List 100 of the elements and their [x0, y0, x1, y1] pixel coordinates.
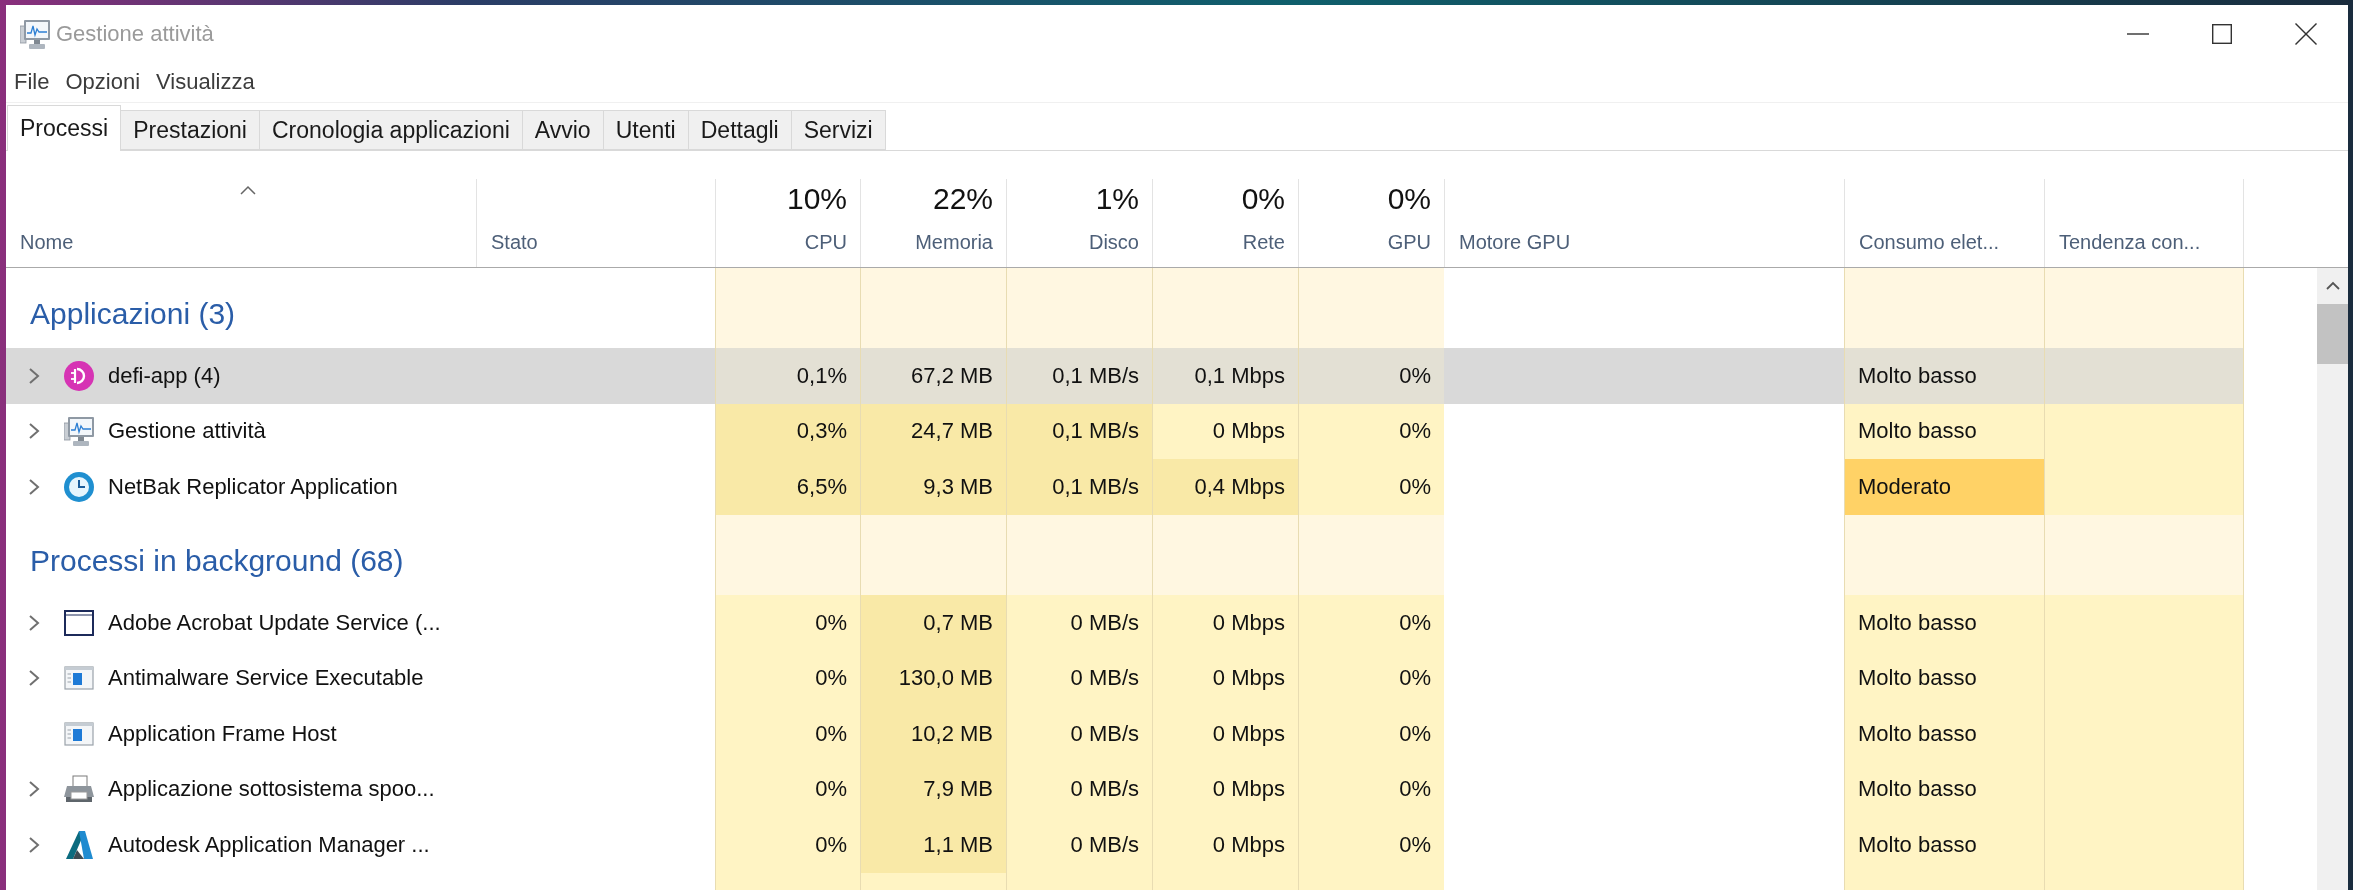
process-row[interactable]: defi-app (4) 0,1% 67,2 MB 0,1 MB/s 0,1 Mbps 0% Molto basso	[6, 348, 2244, 404]
table-cell: 0%	[1298, 348, 1444, 404]
table-cell: 0 Mbps	[1152, 650, 1298, 706]
table-cell: 0%	[1298, 761, 1444, 818]
column-total: 0%	[1387, 181, 1431, 217]
table-cell: 0%	[1298, 650, 1444, 706]
table-cell: 1,1 MB	[860, 817, 1006, 873]
process-name: Application Frame Host	[108, 720, 337, 747]
window-icon	[64, 607, 94, 638]
table-cell: Molto basso	[1844, 403, 2044, 460]
tab[interactable]: Processi	[7, 105, 122, 151]
process-name: Gestione attività	[108, 418, 266, 445]
process-name: Applicazione sottosistema spoo...	[108, 776, 435, 803]
table-cell: 0%	[715, 761, 860, 818]
expand-chevron-icon[interactable]	[28, 478, 40, 496]
window-title: Gestione attività	[56, 20, 214, 47]
table-cell: 130,0 MB	[860, 650, 1006, 706]
table-cell: 0 Mbps	[1152, 403, 1298, 460]
table-cell: Molto basso	[1844, 348, 2044, 404]
close-icon	[2295, 22, 2317, 45]
table-cell: 9,3 MB	[860, 459, 1006, 515]
expand-chevron-icon[interactable]	[28, 422, 40, 441]
column-header[interactable]: Tendenza con...	[2059, 227, 2201, 257]
table-cell: Molto basso	[1844, 650, 2044, 706]
table-cell: 0,4 Mbps	[1152, 459, 1298, 515]
table-cell: 0,1 Mbps	[1152, 348, 1298, 404]
table-cell: 0 MB/s	[1006, 761, 1152, 818]
process-name: Adobe Acrobat Update Service (...	[108, 609, 441, 636]
column-total: 22%	[932, 181, 993, 217]
table-cell: Molto basso	[1844, 817, 2044, 873]
monitor-chart-icon	[20, 18, 50, 49]
table-cell: 24,7 MB	[860, 403, 1006, 460]
group-title: Processi in background (68)	[30, 543, 404, 578]
table-cell: 6,5%	[715, 459, 860, 515]
scrollbar-track[interactable]	[2317, 268, 2348, 890]
expand-chevron-icon[interactable]	[28, 366, 40, 385]
table-cell: Moderato	[1844, 459, 2044, 515]
table-cell: 0%	[1298, 403, 1444, 460]
table-cell: 0 Mbps	[1152, 594, 1298, 651]
group-title: Applicazioni (3)	[30, 297, 236, 331]
process-name: Autodesk Application Manager ...	[108, 831, 430, 858]
maximize-icon	[2212, 23, 2232, 44]
table-cell: 0,1%	[715, 348, 860, 404]
table-cell: 0%	[1298, 817, 1444, 873]
table-cell: 0,1 MB/s	[1006, 348, 1152, 404]
table-cell: 0,1 MB/s	[1006, 403, 1152, 460]
column-total: 1%	[1095, 181, 1139, 217]
table-cell: 0 Mbps	[1152, 761, 1298, 818]
expand-chevron-icon[interactable]	[28, 669, 40, 688]
expand-chevron-icon[interactable]	[28, 780, 40, 799]
table-cell: 0%	[1298, 594, 1444, 651]
table-cell: 7,9 MB	[860, 761, 1006, 818]
column-header[interactable]: Consumo elet...	[1859, 227, 2000, 257]
column-header[interactable]: Rete	[1242, 227, 1285, 257]
menu-item[interactable]: Opzioni	[57, 65, 149, 99]
clock-icon	[64, 472, 94, 502]
tab[interactable]: Dettagli	[688, 110, 792, 150]
expand-chevron-icon[interactable]	[28, 613, 40, 632]
table-cell: 0 MB/s	[1006, 817, 1152, 873]
column-header[interactable]: GPU	[1387, 227, 1431, 257]
table-cell: 0 Mbps	[1152, 817, 1298, 873]
tab[interactable]: Utenti	[603, 110, 689, 150]
minimize-icon	[2127, 32, 2149, 35]
monitor-chart-icon	[64, 416, 94, 447]
column-header[interactable]: Nome	[20, 227, 74, 257]
column-total: 10%	[786, 181, 847, 217]
chevron-up-icon	[2325, 281, 2340, 290]
column-header[interactable]: Motore GPU	[1459, 227, 1571, 257]
table-cell: Molto basso	[1844, 761, 2044, 818]
process-name: defi-app (4)	[108, 362, 221, 389]
process-name: Antimalware Service Executable	[108, 665, 424, 692]
process-name: NetBak Replicator Application	[108, 474, 398, 500]
table-cell: 0%	[1298, 705, 1444, 762]
scrollbar-thumb[interactable]	[2317, 304, 2348, 364]
column-header[interactable]: CPU	[804, 227, 847, 257]
printer-icon	[64, 774, 94, 805]
table-cell: 0 Mbps	[1152, 705, 1298, 762]
table-cell: 67,2 MB	[860, 348, 1006, 404]
menu-item[interactable]: File	[6, 65, 58, 99]
tab[interactable]: Prestazioni	[121, 110, 260, 150]
column-header[interactable]: Memoria	[915, 227, 993, 257]
table-cell: 0 MB/s	[1006, 705, 1152, 762]
menu-item[interactable]: Visualizza	[148, 65, 263, 99]
table-cell: 0,3%	[715, 403, 860, 460]
tab[interactable]: Cronologia applicazioni	[260, 110, 523, 150]
table-cell: 0 MB/s	[1006, 594, 1152, 651]
column-header[interactable]: Stato	[491, 227, 538, 257]
table-cell: Molto basso	[1844, 705, 2044, 762]
table-cell: 10,2 MB	[860, 705, 1006, 762]
table-cell: 0,7 MB	[860, 594, 1006, 651]
table-cell: 0%	[715, 705, 860, 762]
table-cell: 0%	[715, 817, 860, 873]
column-total: 0%	[1241, 181, 1285, 217]
table-cell: 0%	[1298, 459, 1444, 515]
tab[interactable]: Avvio	[522, 110, 604, 150]
table-cell: Molto basso	[1844, 594, 2044, 651]
table-cell: 0%	[715, 650, 860, 706]
expand-chevron-icon[interactable]	[28, 835, 40, 854]
column-header[interactable]: Disco	[1089, 227, 1139, 257]
tab[interactable]: Servizi	[791, 110, 886, 150]
